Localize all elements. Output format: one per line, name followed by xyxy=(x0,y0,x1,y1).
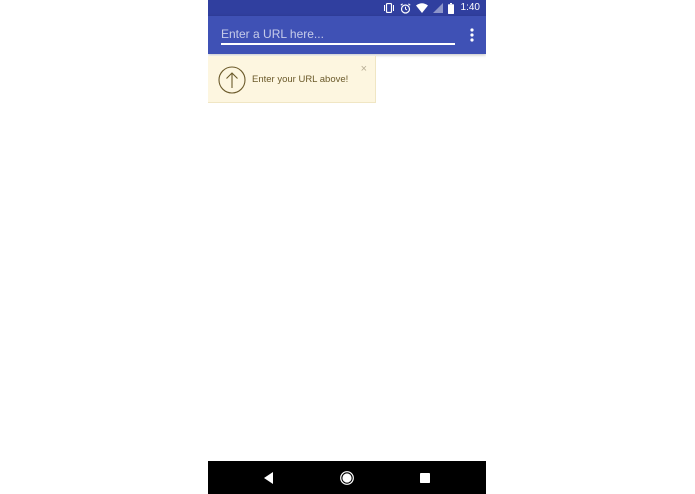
recents-button[interactable] xyxy=(410,461,440,494)
back-button[interactable] xyxy=(254,461,284,494)
app-bar xyxy=(208,16,486,54)
status-bar: 1:40 xyxy=(208,0,486,16)
alarm-icon xyxy=(399,2,411,14)
battery-icon xyxy=(447,2,454,14)
url-input[interactable] xyxy=(221,25,455,45)
home-icon xyxy=(340,470,354,485)
hint-card: Enter your URL above! × xyxy=(208,56,376,103)
status-icons: 1:40 xyxy=(383,0,480,16)
home-button[interactable] xyxy=(332,461,362,494)
back-icon xyxy=(264,471,273,484)
navigation-bar xyxy=(208,461,486,494)
wifi-icon xyxy=(415,3,428,13)
vibrate-icon xyxy=(383,3,395,13)
recents-icon xyxy=(420,472,430,483)
hint-close-button[interactable]: × xyxy=(361,64,367,75)
hint-text: Enter your URL above! xyxy=(252,74,349,85)
arrow-up-circle-icon xyxy=(218,66,246,94)
overflow-menu-button[interactable] xyxy=(464,26,480,44)
status-time: 1:40 xyxy=(460,2,480,13)
more-vert-icon xyxy=(470,28,474,42)
phone-screen: 1:40 Enter your URL above! × xyxy=(208,0,486,494)
signal-icon xyxy=(432,3,443,13)
